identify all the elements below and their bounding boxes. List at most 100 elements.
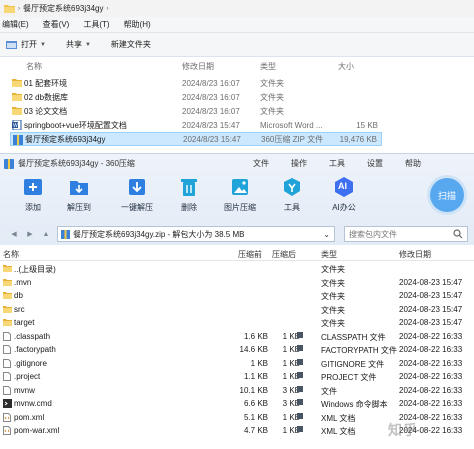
list-item[interactable]: 01 配套环境 2024/8/23 16:07 文件夹 (10, 76, 382, 90)
share-button[interactable]: 共享 ▼ (66, 39, 91, 50)
zip-app-icon (4, 158, 14, 169)
cell-date: 2024-08-23 15:47 (399, 291, 463, 300)
list-item[interactable]: 02 db数据库 2024/8/23 16:07 文件夹 (10, 90, 382, 104)
explorer-menu-bar: 编辑(E) 查看(V) 工具(T) 帮助(H) (0, 17, 474, 33)
xml-icon (3, 426, 11, 435)
search-icon[interactable] (453, 229, 463, 239)
column-date[interactable]: 修改日期 (182, 61, 214, 72)
explorer-address-bar[interactable]: › 餐厅预定系统693j34gy › (0, 0, 474, 17)
tools-button[interactable]: 工具 (268, 176, 316, 213)
cell-type: GITIGNORE 文件 (321, 359, 385, 369)
breadcrumb-current[interactable]: 餐厅预定系统693j34gy (23, 3, 103, 14)
open-icon (6, 40, 18, 50)
ai-badge-text: AI (338, 181, 347, 191)
lock-icon (297, 426, 303, 432)
column-size[interactable]: 大小 (338, 61, 354, 72)
table-row[interactable]: ..(上级目录) 文件夹 (0, 262, 474, 276)
folder-icon (3, 264, 12, 272)
zip-menu-operate[interactable]: 操作 (291, 158, 307, 169)
table-row[interactable]: .project 1.1 KB 1 KB PROJECT 文件 2024-08-22 1… (0, 370, 474, 384)
chevron-down-icon[interactable]: ⌄ (323, 230, 330, 239)
cell-date: 2024-08-22 16:33 (399, 372, 463, 381)
add-button[interactable]: 添加 (9, 176, 57, 213)
table-row[interactable]: src 文件夹 2024-08-23 15:47 (0, 303, 474, 317)
cell-name: .gitignore (14, 358, 47, 368)
cell-type: 文件夹 (321, 292, 345, 301)
file-icon (3, 372, 11, 381)
cmd-icon (3, 399, 12, 408)
zip-menu-settings[interactable]: 设置 (367, 158, 383, 169)
menu-view[interactable]: 查看(V) (43, 19, 70, 30)
zip-menu-file[interactable]: 文件 (253, 158, 269, 169)
new-folder-button[interactable]: 新建文件夹 (111, 39, 151, 50)
column-type[interactable]: 类型 (321, 249, 337, 260)
column-name[interactable]: 名称 (26, 61, 42, 72)
delete-button[interactable]: 删除 (165, 176, 213, 213)
menu-help[interactable]: 帮助(H) (124, 19, 151, 30)
extract-to-icon (68, 176, 90, 198)
chevron-down-icon: ▼ (84, 41, 91, 48)
zip-window-title: 餐厅预定系统693j34gy - 360压缩 (18, 159, 135, 168)
cell-cs: 14.6 KB (239, 345, 268, 354)
cell-cs: 1.6 KB (243, 331, 268, 341)
archive-path-field[interactable]: 餐厅预定系统693j34gy.zip - 解包大小为 38.5 MB ⌄ (57, 226, 335, 242)
up-folder-icon[interactable]: ▲ (40, 228, 52, 240)
folder-icon (3, 318, 12, 326)
table-row[interactable]: .classpath 1.6 KB 1 KB CLASSPATH 文件 2024-08-… (0, 330, 474, 344)
cell-date: 2024-08-22 16:33 (399, 358, 463, 368)
lock-icon (297, 399, 303, 405)
zip-menu-tools[interactable]: 工具 (329, 158, 345, 169)
open-button[interactable]: 打开 ▼ (6, 39, 46, 50)
cell-name: .classpath (14, 331, 51, 341)
cell-type: Windows 命令脚本 (321, 400, 388, 409)
folder-icon (3, 291, 12, 299)
one-click-extract-button[interactable]: 一键解压 (113, 176, 161, 213)
menu-tools[interactable]: 工具(T) (83, 19, 109, 30)
extract-to-button[interactable]: 解压到 (55, 176, 103, 213)
add-icon (22, 176, 44, 198)
column-original[interactable]: 压缩后 (272, 249, 296, 260)
list-item[interactable]: 03 论文文档 2024/8/23 16:07 文件夹 (10, 104, 382, 118)
file-icon (3, 345, 11, 354)
table-row[interactable]: mvnw 10.1 KB 3 KB 文件 2024-08-22 16:33 (0, 384, 474, 398)
table-row[interactable]: .factorypath 14.6 KB 1 KB FACTORYPATH 文件 202… (0, 343, 474, 357)
menu-edit[interactable]: 编辑(E) (2, 19, 29, 30)
ai-office-button[interactable]: AI AI办公 (320, 176, 368, 213)
folder-icon (4, 4, 15, 13)
folder-icon (3, 278, 12, 286)
column-type[interactable]: 类型 (260, 61, 276, 72)
xml-icon (3, 412, 11, 422)
image-compress-button[interactable]: 图片压缩 (216, 176, 264, 213)
cell-date: 2024-08-23 15:47 (399, 318, 463, 327)
table-row[interactable]: mvnw.cmd 6.6 KB 3 KB Windows 命令脚本 2024-08-22… (0, 397, 474, 411)
delete-icon (178, 176, 200, 198)
cell-cs: 5.1 KB (243, 412, 268, 422)
column-name[interactable]: 名称 (3, 249, 19, 260)
list-item[interactable]: W springboot+vue环境配置文档 2024/8/23 15:47 M… (10, 118, 382, 132)
tools-icon (281, 176, 303, 198)
lock-icon (297, 345, 303, 351)
column-date[interactable]: 修改日期 (399, 249, 431, 260)
column-compressed[interactable]: 压缩前 (238, 249, 262, 260)
cell-cs: 1.1 KB (243, 372, 268, 381)
cell-date: 2024-08-22 16:33 (399, 345, 463, 354)
cell-name: db (14, 291, 23, 300)
zip-menu-help[interactable]: 帮助 (405, 158, 421, 169)
breadcrumb-chevron-icon[interactable]: › (106, 6, 108, 12)
table-row[interactable]: target 文件夹 2024-08-23 15:47 (0, 316, 474, 330)
archive-search-input[interactable]: 搜索包内文件 (344, 226, 468, 242)
zip-icon (13, 135, 23, 145)
folder-icon (12, 78, 22, 87)
folder-icon (12, 106, 22, 115)
folder-icon (3, 305, 12, 313)
forward-arrow-icon[interactable]: ▶ (24, 228, 36, 240)
cell-type: PROJECT 文件 (321, 373, 377, 382)
table-row[interactable]: .gitignore 1 KB 1 KB GITIGNORE 文件 2024-08-22… (0, 357, 474, 371)
list-item-selected[interactable]: 餐厅预定系统693j34gy 2024/8/23 15:47 360压缩 ZIP… (10, 132, 382, 146)
scan-button[interactable]: 扫描 (430, 178, 464, 212)
back-arrow-icon[interactable]: ◀ (8, 228, 20, 240)
cell-name: mvnw (14, 385, 35, 395)
table-row[interactable]: db 文件夹 2024-08-23 15:47 (0, 289, 474, 303)
table-row[interactable]: .mvn 文件夹 2024-08-23 15:47 (0, 276, 474, 290)
cell-type: 文件夹 (321, 305, 345, 315)
